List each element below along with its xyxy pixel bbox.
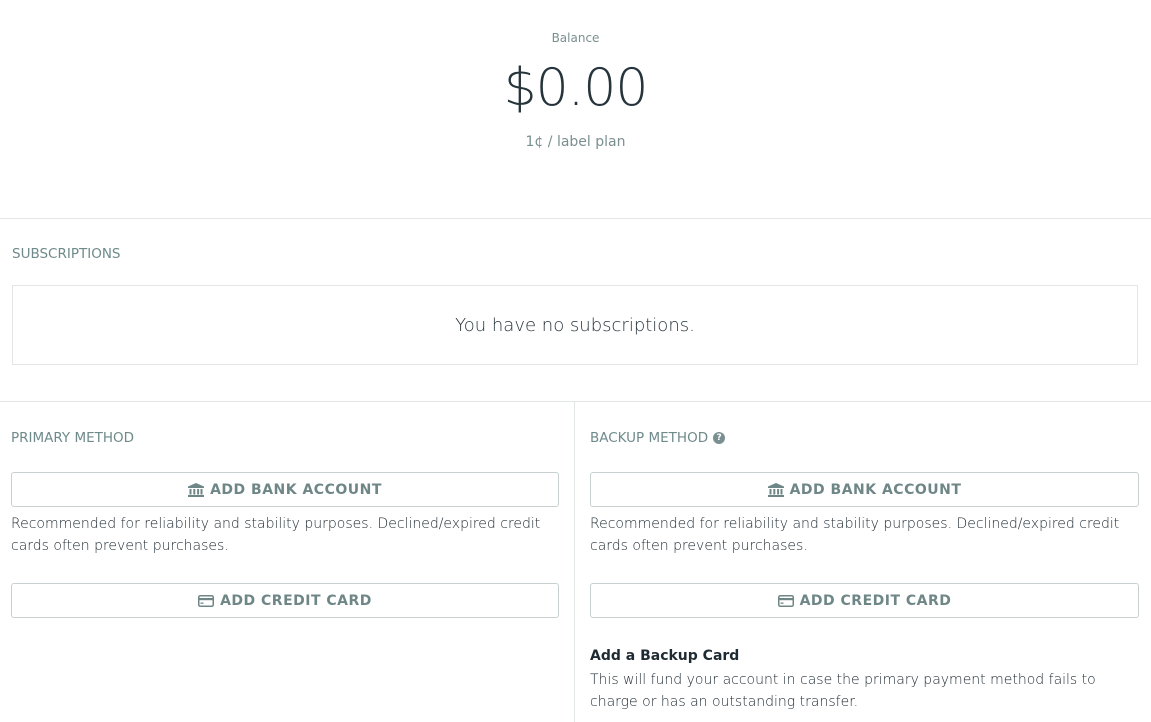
backup-card-text: This will fund your account in case the … [590, 672, 1096, 710]
primary-method-column: PRIMARY METHOD ADD BANK ACCOUNT Recommen… [0, 402, 575, 722]
backup-add-bank-account-label: ADD BANK ACCOUNT [789, 481, 962, 498]
bank-icon [188, 482, 205, 497]
subscriptions-empty-text: You have no subscriptions. [455, 314, 695, 336]
backup-card-heading: Add a Backup Card [590, 648, 740, 664]
backup-method-title-text: BACKUP METHOD [590, 430, 709, 446]
backup-add-credit-card-label: ADD CREDIT CARD [799, 592, 952, 609]
subscriptions-empty-box: You have no subscriptions. [12, 285, 1138, 365]
subscriptions-title: SUBSCRIPTIONS [12, 246, 121, 262]
backup-add-credit-card-button[interactable]: ADD CREDIT CARD [590, 583, 1139, 618]
primary-add-credit-card-label: ADD CREDIT CARD [220, 592, 372, 609]
balance-amount: $0.00 [503, 58, 649, 118]
primary-add-credit-card-button[interactable]: ADD CREDIT CARD [11, 583, 559, 618]
bank-icon [767, 482, 784, 497]
credit-card-icon [198, 594, 215, 607]
primary-add-bank-account-label: ADD BANK ACCOUNT [210, 481, 382, 498]
payment-methods: PRIMARY METHOD ADD BANK ACCOUNT Recommen… [0, 402, 1151, 722]
balance-label: Balance [551, 31, 600, 45]
credit-card-icon [777, 594, 794, 607]
primary-method-title: PRIMARY METHOD [11, 430, 134, 446]
backup-method-column: BACKUP METHOD ? ADD BANK ACCOUNT Recomme… [575, 402, 1151, 722]
plan-text: 1¢ / label plan [525, 134, 626, 150]
question-circle-icon[interactable]: ? [713, 432, 726, 444]
primary-method-title-text: PRIMARY METHOD [11, 430, 135, 446]
primary-add-bank-account-button[interactable]: ADD BANK ACCOUNT [11, 472, 559, 507]
subscriptions-section: SUBSCRIPTIONS You have no subscriptions. [0, 219, 1151, 402]
balance-section: Balance $0.00 1¢ / label plan [0, 0, 1151, 219]
backup-method-title: BACKUP METHOD ? [590, 430, 726, 446]
backup-add-bank-account-button[interactable]: ADD BANK ACCOUNT [590, 472, 1139, 507]
primary-method-note: Recommended for reliability and stabilit… [11, 516, 541, 554]
backup-method-note: Recommended for reliability and stabilit… [590, 516, 1120, 554]
